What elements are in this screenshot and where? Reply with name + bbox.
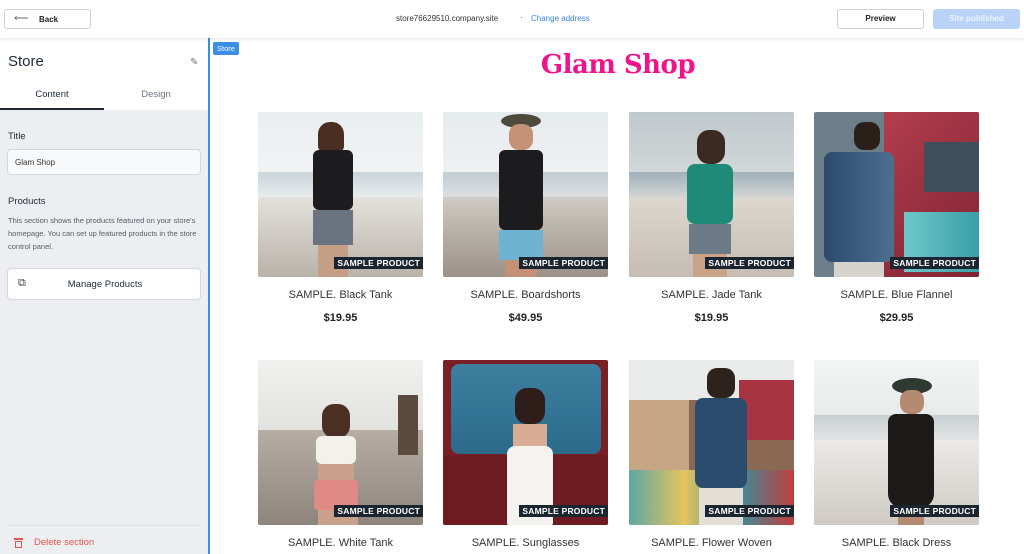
sample-product-badge: SAMPLE PRODUCT bbox=[519, 257, 608, 269]
sidebar: Store ✎ Content Design Title Products Th… bbox=[0, 38, 210, 554]
site-published-button: Site published bbox=[933, 9, 1020, 29]
product-image[interactable]: SAMPLE PRODUCT bbox=[814, 112, 979, 277]
top-bar: ⟵ Back store76629510.company.site · Chan… bbox=[0, 0, 1024, 38]
product-name[interactable]: SAMPLE. Blue Flannel bbox=[814, 289, 979, 301]
back-button[interactable]: ⟵ Back bbox=[4, 9, 91, 29]
product-image[interactable]: SAMPLE PRODUCT bbox=[443, 112, 608, 277]
sample-product-badge: SAMPLE PRODUCT bbox=[890, 505, 979, 517]
title-input[interactable] bbox=[7, 149, 201, 175]
manage-products-button[interactable]: ⧉ Manage Products bbox=[7, 268, 201, 300]
product-name[interactable]: SAMPLE. Flower Woven bbox=[629, 537, 794, 549]
product-name[interactable]: SAMPLE. Black Dress bbox=[814, 537, 979, 549]
product-image[interactable]: SAMPLE PRODUCT bbox=[258, 360, 423, 525]
arrow-left-icon: ⟵ bbox=[14, 13, 29, 24]
product-name[interactable]: SAMPLE. Sunglasses bbox=[443, 537, 608, 549]
sample-product-badge: SAMPLE PRODUCT bbox=[705, 505, 794, 517]
preview-button[interactable]: Preview bbox=[837, 9, 924, 29]
pencil-icon[interactable]: ✎ bbox=[190, 57, 198, 68]
product-price: $29.95 bbox=[879, 312, 914, 324]
product-price: $19.95 bbox=[323, 312, 358, 324]
product-name[interactable]: SAMPLE. White Tank bbox=[258, 537, 423, 549]
products-description: This section shows the products featured… bbox=[8, 216, 197, 251]
sample-product-badge: SAMPLE PRODUCT bbox=[519, 505, 608, 517]
title-label: Title bbox=[8, 131, 26, 142]
divider bbox=[7, 525, 201, 526]
product-image[interactable]: SAMPLE PRODUCT bbox=[258, 112, 423, 277]
site-address: store76629510.company.site bbox=[396, 14, 499, 23]
back-label: Back bbox=[39, 15, 59, 24]
shop-title: Glam Shop bbox=[540, 50, 696, 80]
trash-icon bbox=[14, 537, 23, 548]
product-name[interactable]: SAMPLE. Jade Tank bbox=[629, 289, 794, 301]
sample-product-badge: SAMPLE PRODUCT bbox=[334, 257, 423, 269]
manage-products-label: Manage Products bbox=[67, 279, 143, 290]
product-name[interactable]: SAMPLE. Black Tank bbox=[258, 289, 423, 301]
products-label: Products bbox=[8, 196, 46, 207]
sidebar-title: Store bbox=[8, 53, 44, 70]
separator: · bbox=[520, 13, 523, 22]
product-price: $49.95 bbox=[508, 312, 543, 324]
delete-section-label: Delete section bbox=[34, 537, 95, 548]
product-price: $19.95 bbox=[694, 312, 729, 324]
change-address-link[interactable]: Change address bbox=[531, 14, 590, 23]
product-image[interactable]: SAMPLE PRODUCT bbox=[443, 360, 608, 525]
sidebar-header: Store ✎ Content Design bbox=[0, 38, 208, 110]
product-image[interactable]: SAMPLE PRODUCT bbox=[629, 112, 794, 277]
tab-content[interactable]: Content bbox=[0, 88, 104, 110]
sample-product-badge: SAMPLE PRODUCT bbox=[890, 257, 979, 269]
tab-design[interactable]: Design bbox=[104, 88, 208, 110]
sample-product-badge: SAMPLE PRODUCT bbox=[705, 257, 794, 269]
delete-section-button[interactable]: Delete section bbox=[14, 537, 94, 548]
product-name[interactable]: SAMPLE. Boardshorts bbox=[443, 289, 608, 301]
sample-product-badge: SAMPLE PRODUCT bbox=[334, 505, 423, 517]
product-image[interactable]: SAMPLE PRODUCT bbox=[629, 360, 794, 525]
product-image[interactable]: SAMPLE PRODUCT bbox=[814, 360, 979, 525]
